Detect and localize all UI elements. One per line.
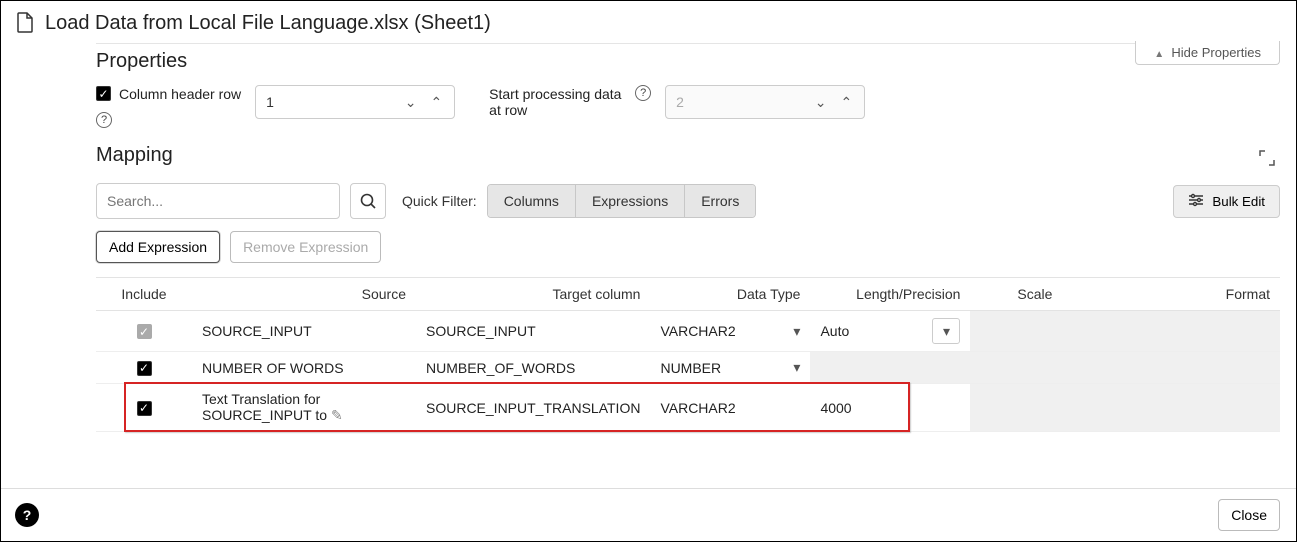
col-format[interactable]: Format: [1062, 278, 1280, 311]
length-dropdown[interactable]: ▾: [932, 318, 960, 344]
bulk-edit-button[interactable]: Bulk Edit: [1173, 185, 1280, 218]
scale-cell: [970, 311, 1062, 352]
include-checkbox[interactable]: ✓: [137, 324, 152, 339]
include-checkbox[interactable]: ✓: [137, 401, 152, 416]
col-source[interactable]: Source: [192, 278, 416, 311]
expand-icon[interactable]: [1254, 145, 1280, 171]
length-cell[interactable]: 4000: [810, 384, 970, 432]
col-datatype[interactable]: Data Type: [650, 278, 810, 311]
target-cell[interactable]: SOURCE_INPUT_TRANSLATION: [416, 384, 650, 432]
chevron-down-icon: ⌄: [815, 94, 827, 111]
length-cell[interactable]: [810, 352, 970, 384]
filter-errors[interactable]: Errors: [685, 185, 755, 217]
close-button[interactable]: Close: [1218, 499, 1280, 531]
mapping-table: Include Source Target column Data Type L…: [96, 277, 1280, 432]
start-row-stepper: 2 ⌄ ⌃: [665, 85, 865, 119]
table-row[interactable]: ✓ NUMBER OF WORDSNUMBER_OF_WORDSNUMBER▾: [96, 352, 1280, 384]
mapping-heading: Mapping: [96, 138, 173, 177]
quick-filter-label: Quick Filter:: [402, 193, 477, 209]
table-row[interactable]: ✓ Text Translation for SOURCE_INPUT to✎SO…: [96, 384, 1280, 432]
source-cell[interactable]: Text Translation for SOURCE_INPUT to✎: [192, 384, 416, 432]
scale-cell: [970, 352, 1062, 384]
col-scale[interactable]: Scale: [970, 278, 1062, 311]
help-icon[interactable]: ?: [635, 85, 651, 101]
target-cell[interactable]: SOURCE_INPUT: [416, 311, 650, 352]
datatype-cell[interactable]: VARCHAR2▾: [650, 311, 810, 352]
file-icon: [15, 11, 35, 36]
chevron-up-icon: ▲: [1154, 49, 1164, 60]
col-include[interactable]: Include: [96, 278, 192, 311]
start-row-label: Start processing data at row: [489, 85, 629, 118]
add-expression-button[interactable]: Add Expression: [96, 231, 220, 263]
properties-heading: Properties: [96, 44, 1280, 83]
page-title: Load Data from Local File Language.xlsx …: [45, 12, 491, 35]
search-input[interactable]: [96, 183, 340, 219]
help-icon[interactable]: ?: [96, 112, 112, 128]
search-button[interactable]: [350, 183, 386, 219]
filter-expressions[interactable]: Expressions: [576, 185, 685, 217]
chevron-down-icon[interactable]: ▾: [793, 359, 800, 376]
datatype-cell[interactable]: VARCHAR2: [650, 384, 810, 432]
chevron-down-icon[interactable]: ⌄: [405, 94, 417, 111]
col-target[interactable]: Target column: [416, 278, 650, 311]
filter-columns[interactable]: Columns: [488, 185, 576, 217]
include-checkbox[interactable]: ✓: [137, 361, 152, 376]
format-cell: [1062, 311, 1280, 352]
source-cell[interactable]: NUMBER OF WORDS: [192, 352, 416, 384]
chevron-up-icon: ⌃: [840, 94, 852, 111]
table-row[interactable]: ✓SOURCE_INPUTSOURCE_INPUTVARCHAR2▾Auto▾: [96, 311, 1280, 352]
column-header-row-checkbox[interactable]: ✓: [96, 86, 111, 101]
chevron-down-icon[interactable]: ▾: [793, 323, 800, 340]
hide-properties-button[interactable]: ▲ Hide Properties: [1135, 41, 1280, 65]
quick-filter-group: Columns Expressions Errors: [487, 184, 757, 218]
format-cell: [1062, 384, 1280, 432]
pencil-icon[interactable]: ✎: [331, 407, 343, 423]
sliders-icon: [1188, 193, 1204, 210]
length-cell[interactable]: Auto▾: [810, 311, 970, 352]
scale-cell: [970, 384, 1062, 432]
col-length[interactable]: Length/Precision: [810, 278, 970, 311]
format-cell: [1062, 352, 1280, 384]
target-cell[interactable]: NUMBER_OF_WORDS: [416, 352, 650, 384]
chevron-up-icon[interactable]: ⌃: [430, 94, 442, 111]
datatype-cell[interactable]: NUMBER▾: [650, 352, 810, 384]
column-header-row-label: Column header row: [119, 85, 241, 102]
remove-expression-button: Remove Expression: [230, 231, 381, 263]
source-cell[interactable]: SOURCE_INPUT: [192, 311, 416, 352]
column-header-row-stepper[interactable]: 1 ⌄ ⌃: [255, 85, 455, 119]
